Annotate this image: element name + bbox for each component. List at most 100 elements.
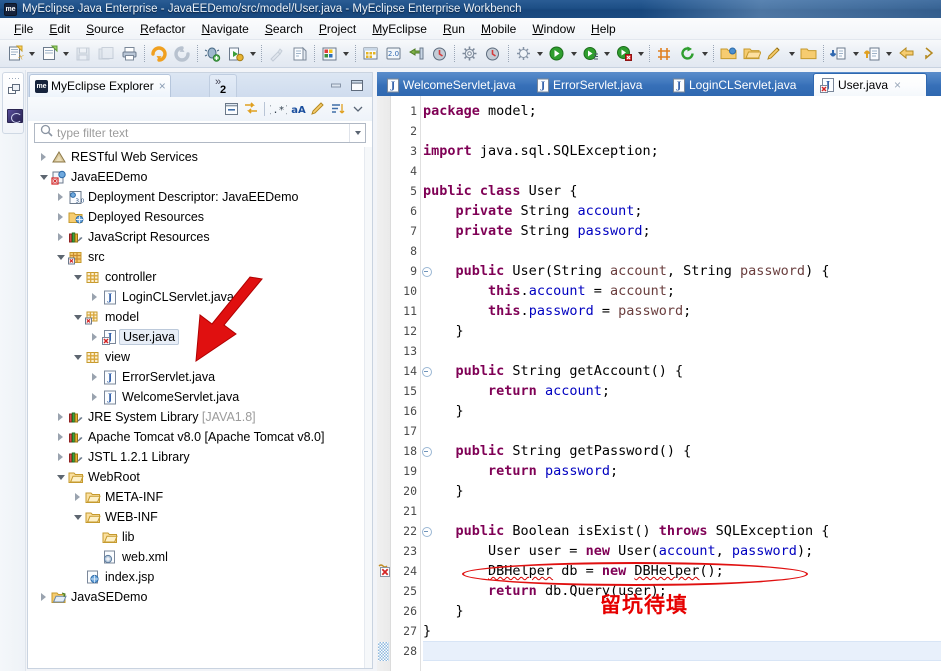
tree-item-jre-system-library[interactable]: JRE System Library [JAVA1.8] (29, 407, 365, 427)
run-green-icon[interactable] (546, 43, 567, 65)
tree-item-web-xml[interactable]: web.xml (29, 547, 365, 567)
tree-item-errorservlet-java[interactable]: J ErrorServlet.java (29, 367, 365, 387)
tree-item-welcomeservlet-java[interactable]: J WelcomeServlet.java (29, 387, 365, 407)
chevron-right-icon[interactable] (54, 187, 67, 207)
tree-item-deployment-descriptor-javaeedemo[interactable]: 3.0 Deployment Descriptor: JavaEEDemo (29, 187, 365, 207)
open-view-icon[interactable] (360, 43, 381, 65)
tree-item-apache-tomcat-v8-0-apache-tomcat-v8-0[interactable]: Apache Tomcat v8.0 [Apache Tomcat v8.0] (29, 427, 365, 447)
tree-item-view[interactable]: view (29, 347, 365, 367)
code-line[interactable]: this.password = password; (423, 301, 691, 321)
open-type-icon[interactable] (289, 43, 310, 65)
debug-icon[interactable] (202, 43, 223, 65)
edit-dropdown-arrow[interactable] (786, 43, 797, 65)
restore-perspective-icon[interactable] (8, 83, 21, 101)
view-menu-icon[interactable] (348, 99, 368, 119)
code-line[interactable]: private String password; (423, 221, 651, 241)
tree-scrollbar[interactable] (364, 147, 372, 668)
code-line[interactable]: } (423, 401, 464, 421)
folder-plain-icon[interactable] (798, 43, 819, 65)
run-error-dropdown-arrow[interactable] (636, 43, 647, 65)
close-icon[interactable]: × (894, 78, 901, 92)
tab-myeclipse-explorer[interactable]: me MyEclipse Explorer × (29, 74, 171, 97)
menu-item-mobile[interactable]: Mobile (473, 20, 524, 38)
tree-item-restful-web-services[interactable]: RESTful Web Services (29, 147, 365, 167)
debug-green-icon[interactable] (580, 43, 601, 65)
code-line[interactable]: public User(String account, String passw… (423, 261, 830, 281)
new-project-dropdown-arrow[interactable] (61, 43, 72, 65)
menu-item-project[interactable]: Project (311, 20, 364, 38)
import-icon[interactable] (406, 43, 427, 65)
chevron-right-icon[interactable] (37, 147, 50, 167)
tree-item-javaeedemo[interactable]: JavaEEDemo (29, 167, 365, 187)
chevron-down-icon[interactable] (54, 247, 67, 267)
chevron-right-icon[interactable] (88, 287, 101, 307)
tree-item-webroot[interactable]: WebRoot (29, 467, 365, 487)
chevron-right-icon[interactable] (37, 587, 50, 607)
editor-tab-loginclservlet-java[interactable]: J LoginCLServlet.java (665, 73, 813, 96)
code-line[interactable]: this.account = account; (423, 281, 675, 301)
link-with-editor-icon[interactable] (241, 99, 261, 119)
chevron-right-icon[interactable] (54, 427, 67, 447)
chevron-down-icon[interactable] (71, 267, 84, 287)
web-20-icon[interactable]: 2.0 (383, 43, 404, 65)
drag-handle[interactable] (8, 77, 21, 80)
chevron-down-icon[interactable] (54, 467, 67, 487)
menu-item-refactor[interactable]: Refactor (132, 20, 193, 38)
menu-item-run[interactable]: Run (435, 20, 473, 38)
chevron-right-icon[interactable] (88, 367, 101, 387)
new-wizard-dropdown-arrow[interactable] (27, 43, 38, 65)
tree-item-web-inf[interactable]: WEB-INF (29, 507, 365, 527)
open-perspective-icon[interactable] (319, 43, 340, 65)
run-dropdown-arrow[interactable] (247, 43, 258, 65)
code-line[interactable]: public String getAccount() { (423, 361, 684, 381)
config-gear-icon[interactable] (513, 43, 534, 65)
code-line[interactable]: } (423, 321, 464, 341)
refresh-dropdown-arrow[interactable] (700, 43, 711, 65)
tree-item-user-java[interactable]: J User.java (29, 327, 365, 347)
preferences-gear-icon[interactable] (459, 43, 480, 65)
minimize-view-icon[interactable] (329, 79, 343, 92)
tree-item-loginclservlet-java[interactable]: J LoginCLServlet.java (29, 287, 365, 307)
grid-orange-icon[interactable] (654, 43, 675, 65)
editor-tab-welcomeservlet-java[interactable]: J WelcomeServlet.java (379, 73, 529, 96)
maximize-view-icon[interactable] (350, 79, 364, 92)
debug-green-dropdown-arrow[interactable] (602, 43, 613, 65)
new-project-icon[interactable] (39, 43, 60, 65)
code-line[interactable]: import java.sql.SQLException; (423, 141, 659, 161)
menu-item-edit[interactable]: Edit (41, 20, 78, 38)
chevron-right-icon[interactable] (54, 207, 67, 227)
editor-tab-user-java[interactable]: J User.java × (813, 73, 927, 96)
menu-item-help[interactable]: Help (583, 20, 624, 38)
code-line[interactable]: } (423, 481, 464, 501)
import-db-dropdown-arrow[interactable] (850, 43, 861, 65)
filter-dropdown-icon[interactable] (349, 124, 365, 142)
chevron-right-icon[interactable] (54, 447, 67, 467)
back-arrow-icon[interactable] (896, 43, 917, 65)
chevron-right-icon[interactable] (71, 487, 84, 507)
run-as-icon[interactable] (225, 43, 246, 65)
print-icon[interactable] (119, 43, 140, 65)
code-line[interactable]: return password; (423, 461, 618, 481)
tree-item-src[interactable]: src (29, 247, 365, 267)
export-dropdown-arrow[interactable] (884, 43, 895, 65)
chevron-right-icon[interactable] (88, 387, 101, 407)
run-error-icon[interactable] (614, 43, 635, 65)
menu-item-source[interactable]: Source (78, 20, 132, 38)
tree-item-meta-inf[interactable]: META-INF (29, 487, 365, 507)
tree-item-controller[interactable]: controller (29, 267, 365, 287)
project-tree[interactable]: RESTful Web Services JavaEEDemo 3.0 Deploym… (29, 147, 365, 668)
code-line[interactable]: DBHelper db = new DBHelper(); (423, 561, 724, 581)
edit-pencil-icon[interactable] (764, 43, 785, 65)
code-line[interactable]: return account; (423, 381, 610, 401)
editor-marker-gutter[interactable] (377, 96, 391, 671)
chevron-down-icon[interactable] (71, 347, 84, 367)
close-icon[interactable]: × (159, 80, 166, 92)
highlight-pencil-icon[interactable] (308, 99, 328, 119)
code-line[interactable]: } (423, 601, 464, 621)
myeclipse-perspective-icon[interactable] (7, 109, 23, 123)
open-folder-blue-icon[interactable] (718, 43, 739, 65)
code-line[interactable]: public String getPassword() { (423, 441, 692, 461)
editor-tab-errorservlet-java[interactable]: J ErrorServlet.java (529, 73, 665, 96)
code-area[interactable]: 1 2 3 4 5 6 7 8 9 10 11 12 13 14 15 16 17 18 19 20 21 22 23 24 2… (377, 96, 941, 671)
chevron-down-icon[interactable] (71, 307, 84, 327)
